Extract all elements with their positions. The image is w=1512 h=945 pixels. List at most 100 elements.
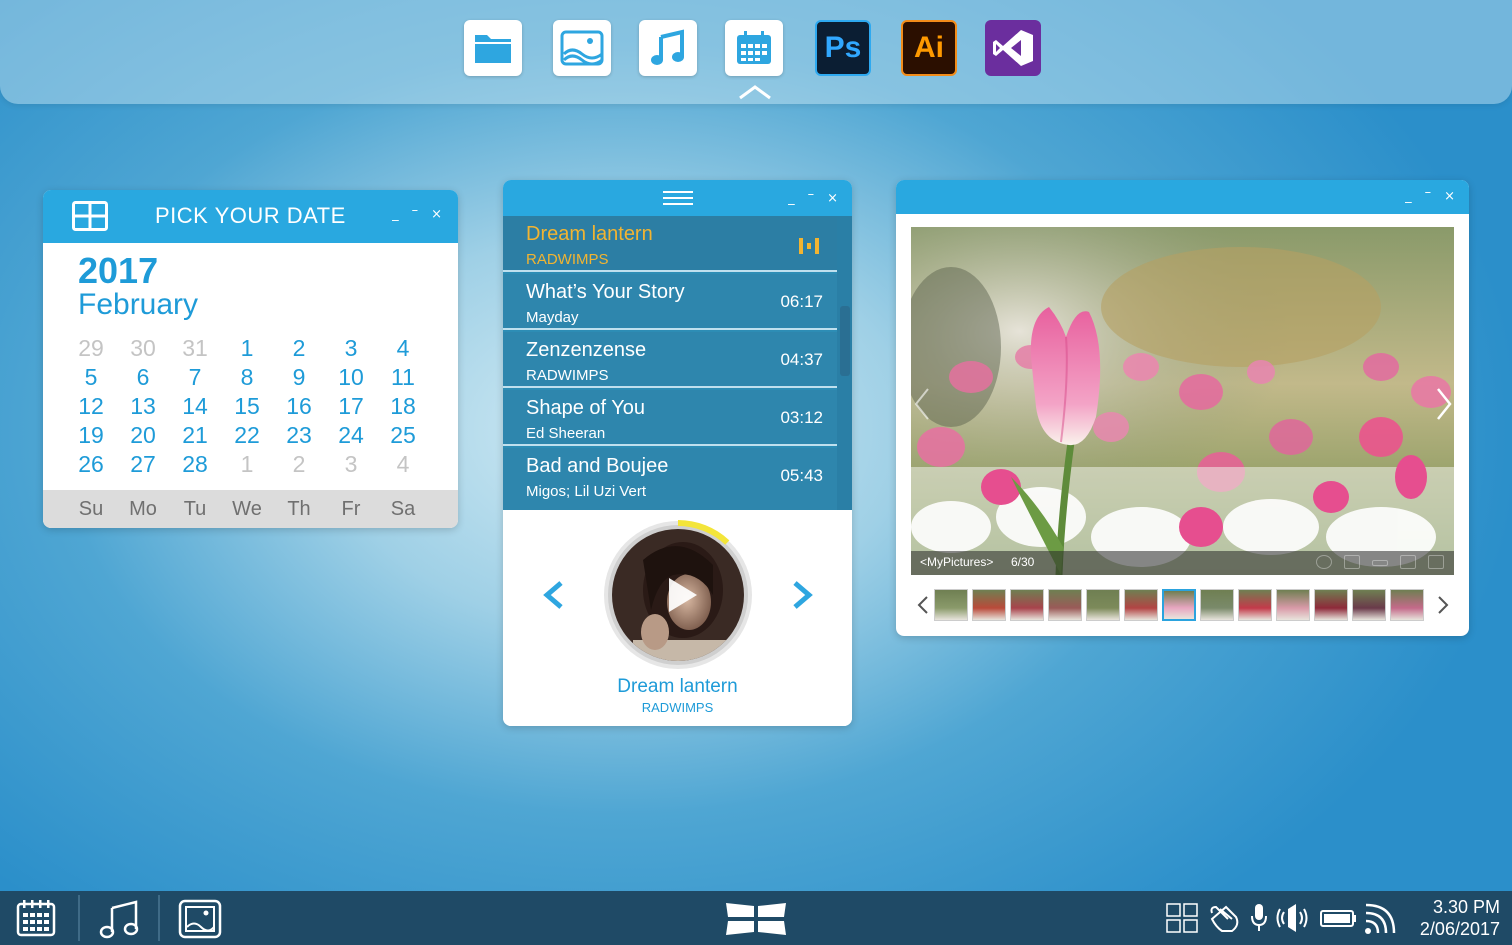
visual-studio-app-button[interactable] xyxy=(985,20,1041,76)
calendar-day[interactable]: 26 xyxy=(65,451,117,477)
fullscreen-icon[interactable] xyxy=(1400,555,1416,569)
calendar-day[interactable]: 4 xyxy=(377,335,429,361)
next-track-icon[interactable] xyxy=(789,580,815,610)
album-art-play-button[interactable] xyxy=(603,520,753,670)
photos-taskbar-icon[interactable] xyxy=(178,899,222,939)
calendar-day-outside-month[interactable]: 1 xyxy=(221,451,273,477)
maximize-icon[interactable]: – xyxy=(808,188,815,201)
clock-date[interactable]: 2/06/2017 xyxy=(1420,919,1500,940)
calendar-day[interactable]: 28 xyxy=(169,451,221,477)
calendar-day-outside-month[interactable]: 3 xyxy=(325,451,377,477)
calendar-day[interactable]: 15 xyxy=(221,393,273,419)
calendar-day[interactable]: 24 xyxy=(325,422,377,448)
calendar-day[interactable]: 7 xyxy=(169,364,221,390)
calendar-day[interactable]: 5 xyxy=(65,364,117,390)
calendar-day[interactable]: 3 xyxy=(325,335,377,361)
files-app-button[interactable] xyxy=(464,20,522,76)
calendar-day[interactable]: 14 xyxy=(169,393,221,419)
clock-time[interactable]: 3.30 PM xyxy=(1433,897,1500,918)
calendar-day[interactable]: 20 xyxy=(117,422,169,448)
calendar-day-outside-month[interactable]: 30 xyxy=(117,335,169,361)
battery-icon[interactable] xyxy=(1320,903,1358,933)
close-icon[interactable]: × xyxy=(431,208,442,221)
music-taskbar-icon[interactable] xyxy=(98,899,140,939)
track-list-scrollbar[interactable] xyxy=(837,216,852,510)
calendar-day[interactable]: 25 xyxy=(377,422,429,448)
thumbs-prev-icon[interactable] xyxy=(916,595,930,615)
maximize-icon[interactable]: – xyxy=(1425,186,1432,199)
track-row[interactable]: What’s Your Story Mayday 06:17 xyxy=(503,274,837,330)
maximize-icon[interactable]: – xyxy=(412,204,419,217)
calendar-year[interactable]: 2017 xyxy=(78,250,158,292)
grid-view-icon[interactable] xyxy=(72,201,108,231)
chevron-up-icon[interactable] xyxy=(738,84,772,100)
calendar-day-outside-month[interactable]: 2 xyxy=(273,451,325,477)
calendar-day[interactable]: 18 xyxy=(377,393,429,419)
calendar-day[interactable]: 22 xyxy=(221,422,273,448)
thumbs-next-icon[interactable] xyxy=(1436,595,1450,615)
calendar-day[interactable]: 27 xyxy=(117,451,169,477)
photo-thumbnail[interactable] xyxy=(1086,589,1120,621)
track-row[interactable]: Zenzenzense RADWIMPS 04:37 xyxy=(503,332,837,388)
minimize-icon[interactable]: _ xyxy=(392,208,399,221)
photo-thumbnail[interactable] xyxy=(1276,589,1310,621)
calendar-day[interactable]: 13 xyxy=(117,393,169,419)
scrollbar-thumb[interactable] xyxy=(840,306,850,376)
music-app-button[interactable] xyxy=(639,20,697,76)
photo-thumbnail[interactable] xyxy=(934,589,968,621)
photo-thumbnail[interactable] xyxy=(1010,589,1044,621)
share-icon[interactable] xyxy=(1428,555,1444,569)
calendar-app-button[interactable] xyxy=(725,20,783,76)
minimize-icon[interactable]: _ xyxy=(788,192,795,205)
main-photo[interactable]: <MyPictures> 6/30 xyxy=(911,227,1454,575)
calendar-day[interactable]: 8 xyxy=(221,364,273,390)
photo-thumbnail-selected[interactable] xyxy=(1162,589,1196,621)
photo-thumbnail[interactable] xyxy=(1124,589,1158,621)
volume-icon[interactable] xyxy=(1276,903,1310,933)
photo-thumbnail[interactable] xyxy=(1238,589,1272,621)
photo-thumbnail[interactable] xyxy=(1200,589,1234,621)
calendar-day[interactable]: 12 xyxy=(65,393,117,419)
calendar-day[interactable]: 2 xyxy=(273,335,325,361)
calendar-day[interactable]: 23 xyxy=(273,422,325,448)
calendar-month[interactable]: February xyxy=(78,288,198,322)
minimize-icon[interactable]: _ xyxy=(1405,190,1412,203)
photo-thumbnail[interactable] xyxy=(1048,589,1082,621)
touch-gesture-icon[interactable] xyxy=(1208,903,1242,933)
wifi-icon[interactable] xyxy=(1364,903,1396,935)
previous-track-icon[interactable] xyxy=(541,580,567,610)
photo-thumbnail[interactable] xyxy=(1314,589,1348,621)
track-row-active[interactable]: Dream lantern RADWIMPS xyxy=(503,216,837,272)
photos-titlebar[interactable]: _ – × xyxy=(896,180,1469,214)
calendar-day[interactable]: 10 xyxy=(325,364,377,390)
microphone-icon[interactable] xyxy=(1250,903,1268,933)
previous-photo-icon[interactable] xyxy=(913,387,931,421)
calendar-taskbar-icon[interactable] xyxy=(16,899,56,937)
close-icon[interactable]: × xyxy=(1444,190,1455,203)
next-photo-icon[interactable] xyxy=(1435,387,1453,421)
rotate-icon[interactable] xyxy=(1344,555,1360,569)
windows-grid-icon[interactable] xyxy=(1166,903,1198,933)
photoshop-app-button[interactable]: Ps xyxy=(815,20,871,76)
calendar-day-outside-month[interactable]: 4 xyxy=(377,451,429,477)
music-titlebar[interactable]: _ – × xyxy=(503,180,852,216)
calendar-day[interactable]: 11 xyxy=(377,364,429,390)
photo-thumbnail[interactable] xyxy=(972,589,1006,621)
track-row[interactable]: Shape of You Ed Sheeran 03:12 xyxy=(503,390,837,446)
calendar-day[interactable]: 21 xyxy=(169,422,221,448)
calendar-day-outside-month[interactable]: 31 xyxy=(169,335,221,361)
menu-icon[interactable] xyxy=(663,191,693,209)
calendar-titlebar[interactable]: PICK YOUR DATE _ – × xyxy=(43,190,458,243)
calendar-day[interactable]: 6 xyxy=(117,364,169,390)
photo-thumbnail[interactable] xyxy=(1390,589,1424,621)
photo-thumbnail[interactable] xyxy=(1352,589,1386,621)
calendar-day[interactable]: 16 xyxy=(273,393,325,419)
zoom-icon[interactable] xyxy=(1316,555,1332,569)
fit-icon[interactable] xyxy=(1372,560,1388,566)
calendar-day-outside-month[interactable]: 29 xyxy=(65,335,117,361)
illustrator-app-button[interactable]: Ai xyxy=(901,20,957,76)
start-menu-icon[interactable] xyxy=(724,901,788,937)
track-row[interactable]: Bad and Boujee Migos; Lil Uzi Vert 05:43 xyxy=(503,448,837,510)
photos-app-button[interactable] xyxy=(553,20,611,76)
calendar-day[interactable]: 1 xyxy=(221,335,273,361)
